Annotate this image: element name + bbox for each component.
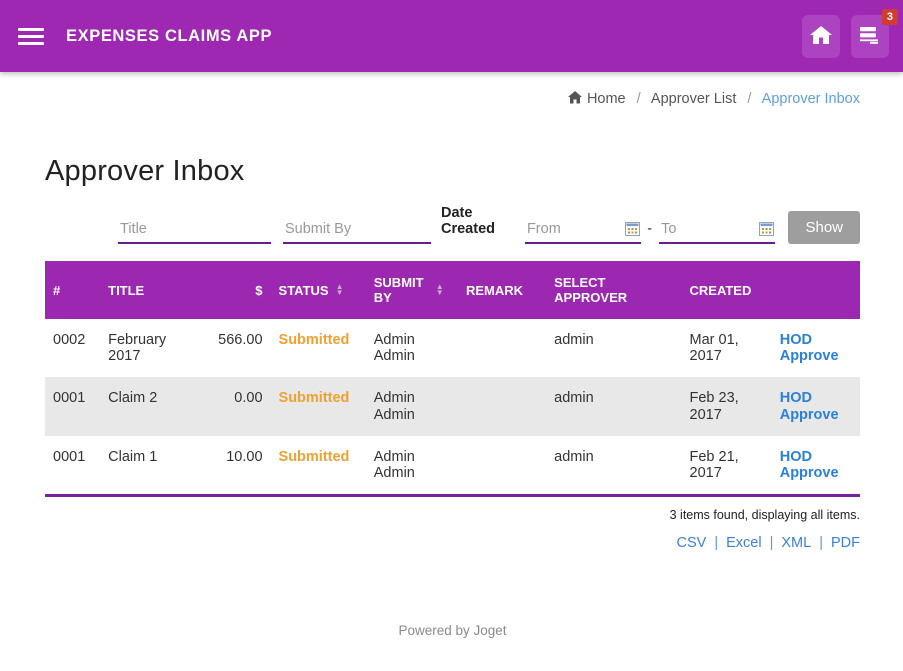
cell-submit-by: Admin Admin xyxy=(366,436,458,496)
cell-select-approver: admin xyxy=(546,436,681,496)
show-button[interactable]: Show xyxy=(788,211,860,244)
filter-row: Date Created - xyxy=(118,205,860,244)
cell-submit-by: Admin Admin xyxy=(366,377,458,435)
table-row: 0002 February 2017 566.00 Submitted Admi… xyxy=(45,319,860,377)
breadcrumb: Home / Approver List / Approver Inbox xyxy=(0,72,903,108)
menu-icon[interactable] xyxy=(18,28,44,45)
export-xml-link[interactable]: XML xyxy=(781,535,811,551)
column-header-action xyxy=(772,261,860,319)
status-badge: Submitted xyxy=(279,449,350,465)
main-content: Approver Inbox Date Created - xyxy=(0,155,903,638)
cell-select-approver: admin xyxy=(546,377,681,435)
calendar-icon[interactable] xyxy=(625,221,641,239)
export-excel-link[interactable]: Excel xyxy=(726,535,761,551)
notification-badge: 3 xyxy=(882,9,898,25)
export-csv-link[interactable]: CSV xyxy=(677,535,707,551)
powered-by-text: Powered by Joget xyxy=(45,623,860,638)
column-header-num: # xyxy=(45,261,100,319)
date-to-input[interactable] xyxy=(659,217,759,242)
column-header-amount: $ xyxy=(205,261,270,319)
app-title: EXPENSES CLAIMS APP xyxy=(66,27,272,46)
column-header-created: CREATED xyxy=(682,261,772,319)
cell-amount: 566.00 xyxy=(205,319,270,377)
column-header-submit-by[interactable]: SUBMIT BY ▲▼ xyxy=(366,261,458,319)
status-badge: Submitted xyxy=(279,332,350,348)
inbox-table: # TITLE $ STATUS ▲▼ SUBMIT BY ▲▼ REMARK … xyxy=(45,261,860,497)
hod-approve-link[interactable]: HOD Approve xyxy=(780,449,852,481)
home-icon xyxy=(809,24,833,49)
calendar-icon[interactable] xyxy=(759,221,775,239)
breadcrumb-separator: / xyxy=(637,91,641,107)
date-to-field xyxy=(659,217,775,244)
column-header-title: TITLE xyxy=(100,261,205,319)
table-row: 0001 Claim 1 10.00 Submitted Admin Admin… xyxy=(45,436,860,496)
date-range-separator: - xyxy=(641,221,657,244)
date-created-label: Date Created xyxy=(441,205,523,244)
breadcrumb-separator: / xyxy=(747,91,751,107)
cell-num: 0001 xyxy=(45,436,100,496)
cell-num: 0002 xyxy=(45,319,100,377)
page-title: Approver Inbox xyxy=(45,155,860,188)
cell-created: Mar 01, 2017 xyxy=(682,319,772,377)
table-header-row: # TITLE $ STATUS ▲▼ SUBMIT BY ▲▼ REMARK … xyxy=(45,261,860,319)
items-found-summary: 3 items found, displaying all items. xyxy=(45,508,860,522)
cell-remark xyxy=(458,377,546,435)
breadcrumb-approver-list[interactable]: Approver List xyxy=(651,91,736,107)
cell-title: Claim 2 xyxy=(100,377,205,435)
breadcrumb-approver-inbox[interactable]: Approver Inbox xyxy=(762,91,860,107)
hod-approve-link[interactable]: HOD Approve xyxy=(780,332,852,364)
cell-num: 0001 xyxy=(45,377,100,435)
cell-amount: 0.00 xyxy=(205,377,270,435)
inbox-list-icon xyxy=(860,26,880,47)
export-links: CSV|Excel|XML|PDF xyxy=(45,535,860,551)
sort-icon[interactable]: ▲▼ xyxy=(436,284,444,296)
title-filter-input[interactable] xyxy=(118,217,271,244)
table-row: 0001 Claim 2 0.00 Submitted Admin Admin … xyxy=(45,377,860,435)
breadcrumb-home[interactable]: Home xyxy=(568,91,626,107)
status-badge: Submitted xyxy=(279,390,350,406)
hod-approve-link[interactable]: HOD Approve xyxy=(780,390,852,422)
column-header-remark: REMARK xyxy=(458,261,546,319)
home-icon xyxy=(568,92,582,108)
cell-created: Feb 23, 2017 xyxy=(682,377,772,435)
home-button[interactable] xyxy=(802,15,840,58)
cell-select-approver: admin xyxy=(546,319,681,377)
column-header-status[interactable]: STATUS ▲▼ xyxy=(271,261,366,319)
column-header-select-approver: SELECT APPROVER xyxy=(546,261,681,319)
cell-created: Feb 21, 2017 xyxy=(682,436,772,496)
submit-by-filter-input[interactable] xyxy=(283,217,431,244)
date-from-field xyxy=(525,217,641,244)
export-pdf-link[interactable]: PDF xyxy=(831,535,860,551)
date-from-input[interactable] xyxy=(525,217,625,242)
cell-amount: 10.00 xyxy=(205,436,270,496)
app-header: EXPENSES CLAIMS APP 3 xyxy=(0,0,903,72)
cell-submit-by: Admin Admin xyxy=(366,319,458,377)
cell-remark xyxy=(458,436,546,496)
cell-title: Claim 1 xyxy=(100,436,205,496)
cell-title: February 2017 xyxy=(100,319,205,377)
cell-remark xyxy=(458,319,546,377)
inbox-button[interactable]: 3 xyxy=(851,15,889,58)
appbar-actions: 3 xyxy=(802,15,889,58)
sort-icon[interactable]: ▲▼ xyxy=(336,284,344,296)
